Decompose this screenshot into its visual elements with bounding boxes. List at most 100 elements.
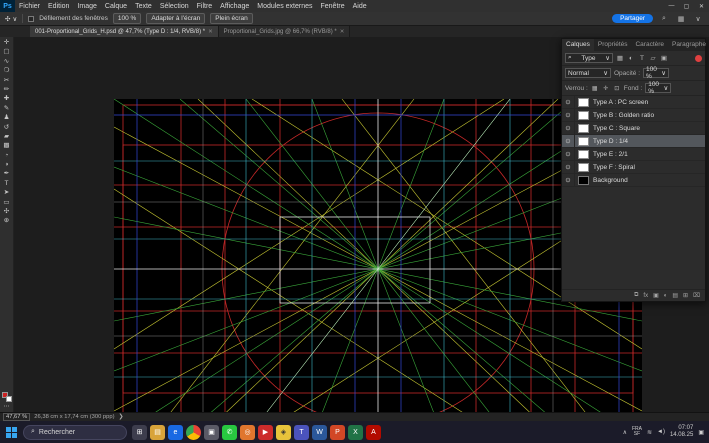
layer-mask-icon[interactable]: ▣ [653, 292, 659, 299]
hand-tool[interactable]: ✣ [1, 208, 13, 216]
background-color-swatch[interactable] [6, 396, 12, 402]
tab-proprietes[interactable]: Propriétés [594, 39, 632, 51]
filter-smart-object-icon[interactable]: ▣ [660, 54, 668, 62]
menu-affichage[interactable]: Affichage [216, 3, 253, 10]
filter-type-icon[interactable]: T [638, 55, 646, 62]
gradient-tool[interactable]: ▩ [1, 142, 13, 150]
close-button[interactable]: ✕ [694, 3, 709, 10]
layer-thumbnail[interactable] [578, 176, 589, 185]
layer-thumbnail[interactable] [578, 124, 589, 133]
layer-thumbnail[interactable] [578, 150, 589, 159]
lasso-tool[interactable]: ∿ [1, 58, 13, 66]
layer-group-icon[interactable]: ▤ [672, 292, 678, 299]
acrobat-icon[interactable]: A [366, 425, 381, 440]
taskbar-clock[interactable]: 07:07 14.08.25 [670, 425, 693, 439]
taskbar-search[interactable]: ⌕ Rechercher [23, 425, 127, 440]
blend-mode-select[interactable]: Normal ∨ [565, 68, 611, 78]
app-icon-yellow[interactable]: ◈ [276, 425, 291, 440]
fill-field[interactable]: 100 % ∨ [645, 83, 671, 93]
layer-row-type-c[interactable]: ⊙ Type C : Square [562, 122, 705, 135]
filter-pixel-icon[interactable]: ▦ [616, 54, 624, 62]
filter-adjustment-icon[interactable]: ◐ [627, 55, 635, 62]
visibility-eye-icon[interactable]: ⊙ [562, 174, 575, 186]
layer-thumbnail[interactable] [578, 163, 589, 172]
pen-tool[interactable]: ✒ [1, 170, 13, 178]
zoom-100-button[interactable]: 100 % [113, 13, 141, 24]
type-tool[interactable]: T [1, 180, 13, 188]
excel-icon[interactable]: X [348, 425, 363, 440]
document-tab-inactive[interactable]: Proportional_Grids.jpg @ 66,7% (RVB/8) *… [219, 26, 351, 37]
visibility-eye-icon[interactable]: ⊙ [562, 122, 575, 134]
scroll-all-windows-checkbox[interactable] [28, 16, 34, 22]
menu-edition[interactable]: Edition [44, 3, 73, 10]
menu-modules-externes[interactable]: Modules externes [253, 3, 316, 10]
path-selection-tool[interactable]: ➤ [1, 189, 13, 197]
share-button[interactable]: Partager [612, 14, 653, 23]
language-indicator[interactable]: FRA SF [632, 427, 642, 438]
move-tool[interactable]: ✛ [1, 39, 13, 47]
visibility-eye-icon[interactable]: ⊙ [562, 161, 575, 173]
menu-selection[interactable]: Sélection [156, 3, 193, 10]
whatsapp-icon[interactable]: ✆ [222, 425, 237, 440]
zoom-level-field[interactable]: 47,67 % [3, 413, 30, 421]
task-view-icon[interactable]: ⊞ [132, 425, 147, 440]
menu-aide[interactable]: Aide [349, 3, 371, 10]
layer-row-type-a[interactable]: ⊙ Type A : PC screen [562, 96, 705, 109]
tool-preset-picker[interactable]: ✣ ∨ [5, 15, 17, 23]
tab-caractere[interactable]: Caractère [631, 39, 668, 51]
powerpoint-icon[interactable]: P [330, 425, 345, 440]
edge-icon[interactable]: e [168, 425, 183, 440]
file-explorer-icon[interactable]: ▤ [150, 425, 165, 440]
close-tab-icon[interactable]: ✕ [208, 29, 213, 35]
healing-brush-tool[interactable]: ✚ [1, 95, 13, 103]
maximize-button[interactable]: ▢ [679, 3, 694, 10]
layer-row-background[interactable]: ⊙ Background [562, 174, 705, 187]
lock-all-icon[interactable]: ⊡ [613, 85, 621, 92]
layer-thumbnail[interactable] [578, 98, 589, 107]
document-tab-active[interactable]: 001-Proportional_Grids_H.psd @ 47,7% (Ty… [30, 26, 219, 37]
workspace-icon[interactable]: ▦ [675, 15, 687, 23]
tab-paragraphe[interactable]: Paragraphe [668, 39, 709, 51]
dodge-tool[interactable]: ◑ [1, 161, 13, 169]
menu-calque[interactable]: Calque [101, 3, 131, 10]
word-icon[interactable]: W [312, 425, 327, 440]
close-tab-icon[interactable]: ✕ [340, 29, 345, 35]
menu-filtre[interactable]: Filtre [193, 3, 217, 10]
teams-icon[interactable]: T [294, 425, 309, 440]
tray-chevron-icon[interactable]: ∧ [623, 429, 627, 436]
layer-row-type-e[interactable]: ⊙ Type E : 2/1 [562, 148, 705, 161]
blur-tool[interactable]: ◔ [1, 152, 13, 160]
start-button[interactable] [5, 426, 18, 439]
eyedropper-tool[interactable]: ✏ [1, 86, 13, 94]
marquee-tool[interactable]: ▢ [1, 48, 13, 56]
adjustment-layer-icon[interactable]: ◐ [664, 293, 668, 299]
layer-search-filter[interactable]: ⌕ Type ∨ [565, 53, 613, 63]
menu-image[interactable]: Image [73, 3, 100, 10]
filter-toggle[interactable] [695, 55, 702, 62]
layer-thumbnail[interactable] [578, 137, 589, 146]
quick-selection-tool[interactable]: ❍ [1, 67, 13, 75]
layer-thumbnail[interactable] [578, 111, 589, 120]
edit-toolbar-icon[interactable]: ⋯ [4, 403, 10, 410]
fit-screen-button[interactable]: Adapter à l'écran [146, 13, 205, 24]
notification-icon[interactable]: ▣ [698, 429, 704, 436]
app-icon-orange[interactable]: ◎ [240, 425, 255, 440]
zoom-tool[interactable]: ⊕ [1, 217, 13, 225]
lock-position-icon[interactable]: ✛ [602, 85, 610, 92]
rectangle-tool[interactable]: ▭ [1, 199, 13, 207]
fullscreen-button[interactable]: Plein écran [210, 13, 253, 24]
chevron-down-icon[interactable]: ∨ [692, 15, 704, 23]
youtube-icon[interactable]: ▶ [258, 425, 273, 440]
chevron-right-icon[interactable]: ❯ [119, 414, 124, 420]
new-layer-icon[interactable]: ⊞ [683, 292, 688, 299]
brush-tool[interactable]: ✎ [1, 105, 13, 113]
minimize-button[interactable]: — [664, 3, 679, 10]
crop-tool[interactable]: ✂ [1, 77, 13, 85]
menu-fichier[interactable]: Fichier [15, 3, 44, 10]
layer-row-type-f[interactable]: ⊙ Type F : Spiral [562, 161, 705, 174]
eraser-tool[interactable]: ▰ [1, 133, 13, 141]
wifi-icon[interactable]: ≋ [647, 429, 652, 436]
delete-layer-icon[interactable]: ⌧ [693, 292, 700, 299]
settings-icon[interactable]: ▣ [204, 425, 219, 440]
visibility-eye-icon[interactable]: ⊙ [562, 148, 575, 160]
